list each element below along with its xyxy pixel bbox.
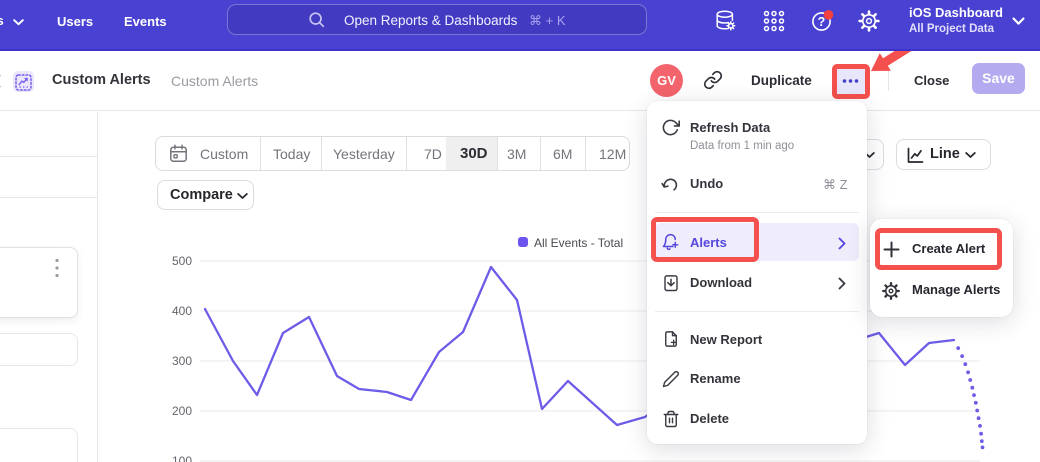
svg-text:400: 400 [172, 304, 192, 318]
svg-text:300: 300 [172, 354, 192, 368]
svg-text:500: 500 [172, 254, 192, 268]
svg-text:?: ? [818, 15, 826, 29]
svg-text:100: 100 [172, 454, 192, 462]
svg-text:200: 200 [172, 404, 192, 418]
